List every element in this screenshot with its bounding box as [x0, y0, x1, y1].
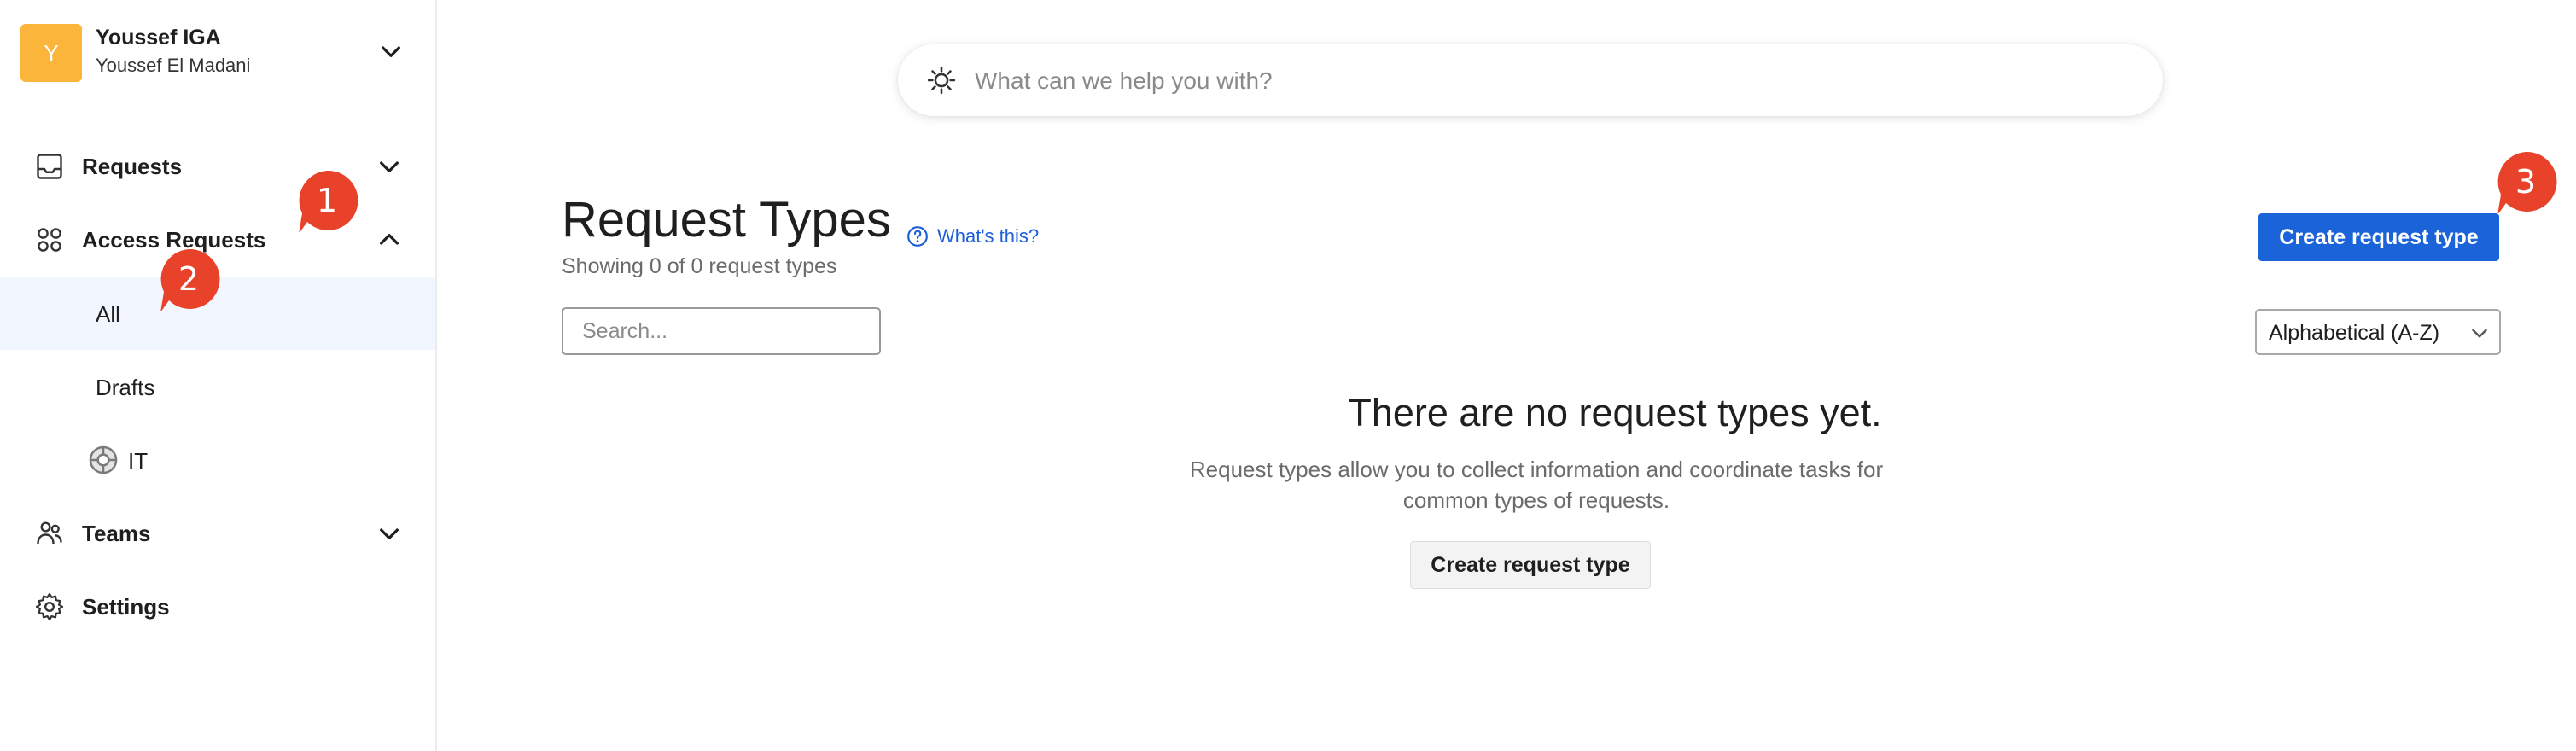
annotation-badge-1: 1 — [295, 169, 358, 232]
sidebar-item-label: Settings — [82, 594, 170, 620]
help-circle-icon — [907, 226, 928, 247]
gear-icon — [34, 591, 65, 622]
annotation-number: 3 — [2515, 163, 2537, 201]
annotation-number: 1 — [316, 182, 338, 219]
workspace-name: Youssef IGA — [96, 26, 221, 49]
global-search-bar[interactable] — [898, 44, 2163, 116]
inbox-icon — [34, 151, 65, 182]
sort-selected-value: Alphabetical (A-Z) — [2269, 321, 2440, 345]
create-request-type-button[interactable]: Create request type — [2258, 213, 2499, 261]
sidebar-subitem-label: All — [96, 301, 120, 327]
workspace-user: Youssef El Madani — [96, 55, 251, 76]
chevron-down-icon[interactable] — [377, 38, 405, 65]
avatar-initial: Y — [44, 39, 59, 66]
annotation-number: 2 — [178, 260, 200, 298]
sidebar-item-label: Requests — [82, 154, 183, 179]
workspace-switcher[interactable]: Y Youssef IGA Youssef El Madani — [20, 19, 405, 82]
chevron-down-icon — [2468, 322, 2491, 344]
sidebar-item-requests[interactable]: Requests — [0, 130, 435, 203]
page-title: Request Types — [562, 192, 891, 247]
sidebar-item-teams[interactable]: Teams — [0, 497, 435, 570]
results-count: Showing 0 of 0 request types — [562, 254, 837, 278]
sun-spinner-icon — [927, 66, 956, 95]
whats-this-label: What's this? — [937, 225, 1040, 247]
chevron-down-icon[interactable] — [376, 153, 403, 180]
global-search-input[interactable] — [973, 60, 2137, 102]
empty-state-title: There are no request types yet. — [1348, 391, 1882, 434]
people-icon — [34, 518, 65, 549]
whats-this-link[interactable]: What's this? — [906, 224, 1039, 249]
sidebar-item-settings[interactable]: Settings — [0, 570, 435, 643]
grid-circles-icon — [34, 224, 65, 255]
sort-select[interactable]: Alphabetical (A-Z) — [2255, 309, 2501, 355]
avatar: Y — [20, 24, 82, 82]
empty-state-description: Request types allow you to collect infor… — [1189, 457, 1884, 513]
sidebar: Y Youssef IGA Youssef El Madani Requests… — [0, 0, 437, 751]
request-types-search-input[interactable] — [562, 307, 881, 355]
empty-state-create-button[interactable]: Create request type — [1410, 541, 1651, 589]
life-ring-icon — [87, 444, 119, 476]
sidebar-subitem-label: IT — [128, 448, 149, 474]
chevron-up-icon[interactable] — [376, 226, 403, 253]
annotation-badge-2: 2 — [157, 247, 220, 311]
annotation-badge-3: 3 — [2494, 150, 2557, 213]
sidebar-item-label: Teams — [82, 521, 151, 546]
chevron-down-icon[interactable] — [376, 520, 403, 547]
